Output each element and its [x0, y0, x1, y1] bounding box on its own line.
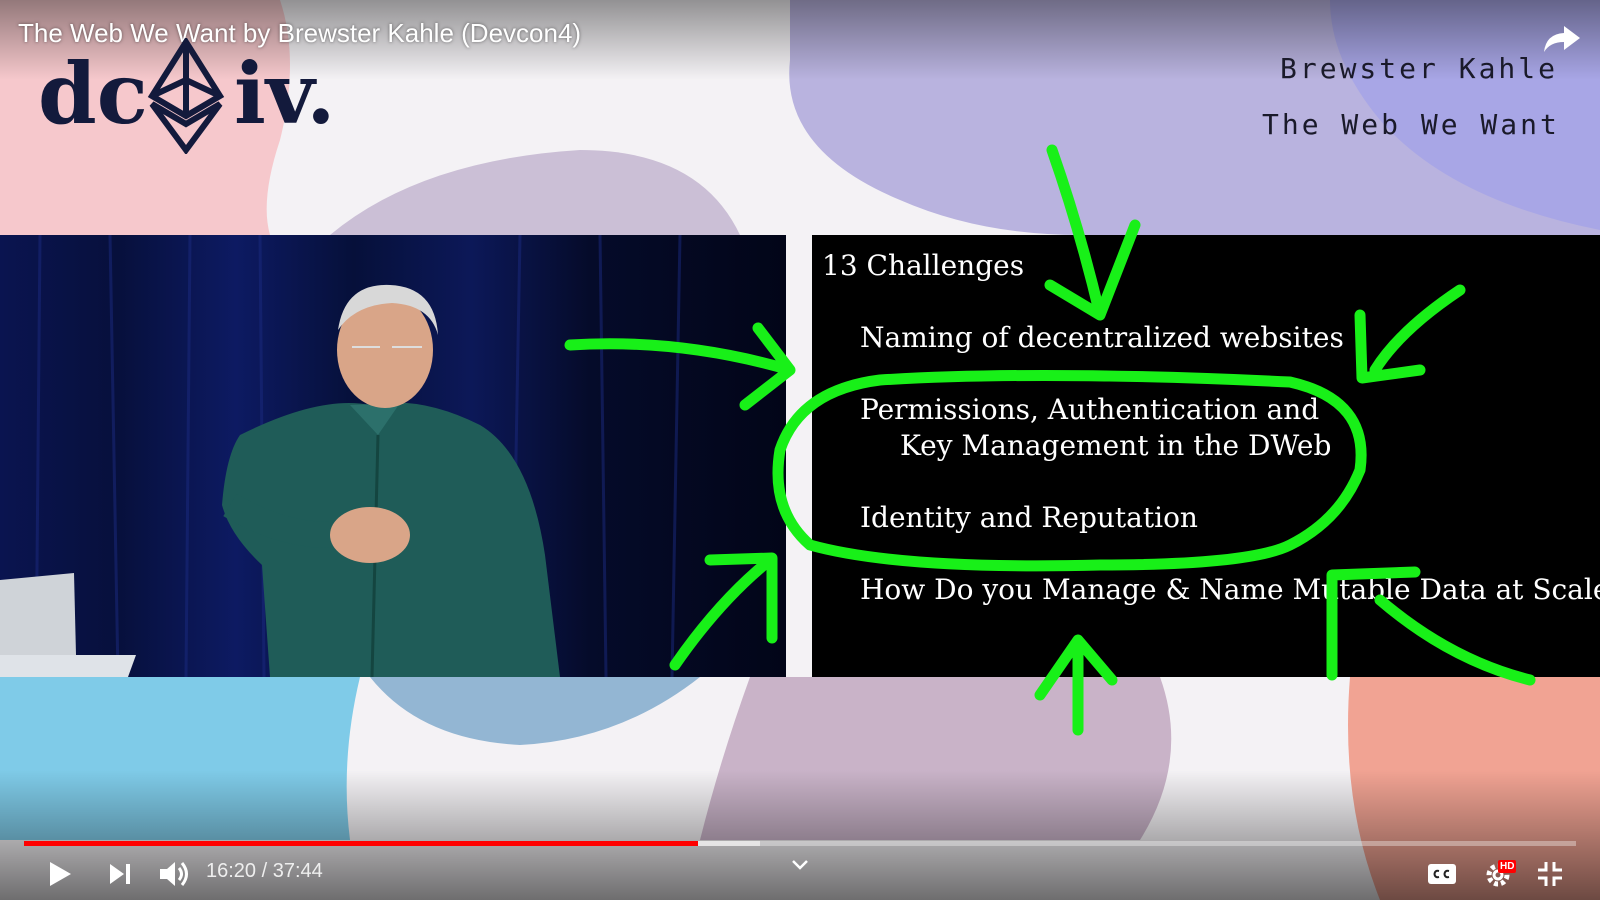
progress-played — [24, 841, 698, 846]
time-separator: / — [256, 860, 273, 882]
captions-icon — [1428, 864, 1456, 884]
slide-item-permissions: Permissions, Authentication and — [860, 393, 1320, 426]
talk-title: The Web We Want — [1262, 108, 1560, 141]
ethereum-diamond-icon — [147, 38, 225, 154]
hd-badge: HD — [1498, 860, 1517, 873]
slide-item-mutable-data: How Do you Manage & Name Mutable Data at… — [860, 573, 1600, 606]
captions-button[interactable] — [1424, 854, 1460, 894]
duration: 37:44 — [272, 860, 323, 882]
share-icon[interactable] — [1540, 20, 1584, 56]
speaker-name: Brewster Kahle — [1280, 52, 1559, 85]
slide-item-key-management: Key Management in the DWeb — [900, 429, 1332, 462]
devcon-logo: dc iv. — [38, 38, 338, 154]
time-display: 16:20 / 37:44 — [206, 860, 323, 883]
slide-heading: 13 Challenges — [822, 249, 1025, 282]
slide-item-identity: Identity and Reputation — [860, 501, 1198, 534]
next-icon — [110, 864, 130, 884]
current-time: 16:20 — [206, 860, 257, 882]
progress-bar[interactable] — [24, 841, 1576, 846]
chevron-down-icon[interactable] — [790, 856, 810, 872]
exit-fullscreen-icon — [1538, 862, 1562, 886]
next-button[interactable] — [100, 854, 140, 894]
settings-button[interactable]: HD — [1478, 854, 1520, 894]
play-button[interactable] — [40, 854, 80, 894]
volume-button[interactable] — [152, 854, 198, 894]
logo-text-right: iv. — [234, 44, 336, 143]
volume-icon — [160, 862, 188, 886]
play-icon — [50, 862, 71, 886]
slide-item-naming: Naming of decentralized websites — [860, 321, 1344, 354]
logo-text-left: dc — [38, 44, 148, 143]
speaker-video-feed — [0, 235, 786, 677]
presentation-slide: 13 Challenges Naming of decentralized we… — [812, 235, 1600, 677]
speaker-scene — [0, 235, 786, 677]
exit-fullscreen-button[interactable] — [1530, 854, 1570, 894]
